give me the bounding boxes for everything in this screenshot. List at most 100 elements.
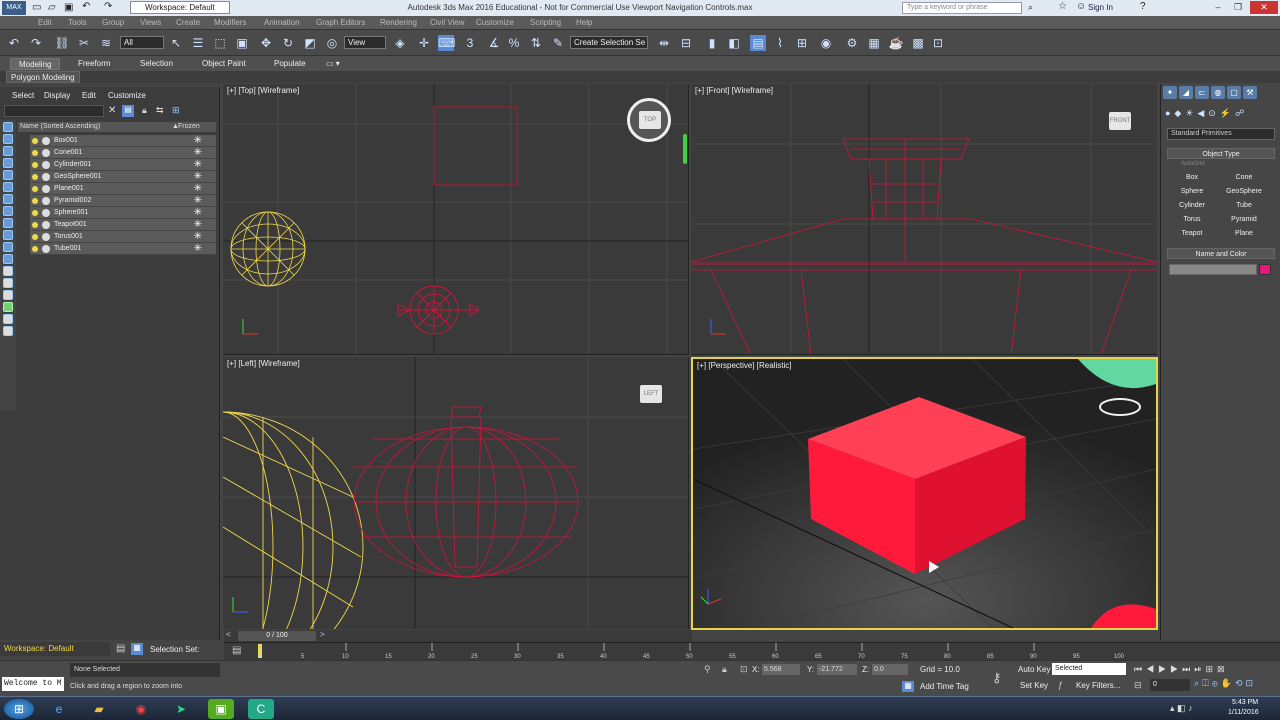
autogrid-checkbox[interactable]: AutoGrid (1181, 161, 1205, 167)
toggle-ribbon-icon[interactable]: ▤ (750, 35, 766, 51)
camtasia-icon[interactable]: ▣ (208, 699, 234, 719)
scene-row-box001[interactable]: Box001 ✳ (30, 135, 216, 147)
torus-button[interactable]: Torus (1167, 214, 1217, 226)
geosphere-button[interactable]: GeoSphere (1219, 186, 1269, 198)
maxscript-listener[interactable]: Welcome to M (2, 677, 64, 691)
undo-icon[interactable]: ↶ (82, 1, 90, 12)
menu-animation[interactable]: Animation (264, 18, 300, 27)
menu-customize[interactable]: Customize (476, 18, 514, 27)
clock-time[interactable]: 5:43 PM (1232, 699, 1258, 706)
window-crossing-icon[interactable]: ▣ (234, 35, 250, 51)
y-coordinate-field[interactable]: -21.772 (817, 664, 857, 675)
star-icon[interactable]: ☆ (1058, 1, 1067, 12)
object-color-swatch[interactable] (1259, 264, 1271, 275)
isolate-selection-icon[interactable]: ⚲ (704, 664, 711, 675)
layers-icon[interactable]: ▤ (116, 643, 125, 654)
app-logo-icon[interactable]: MAX (2, 1, 26, 15)
freeze-icon[interactable]: ✳ (194, 171, 202, 183)
undo-icon[interactable]: ↶ (6, 35, 22, 51)
freeze-icon[interactable]: ✳ (194, 207, 202, 219)
mirror-icon[interactable]: ⇹ (656, 35, 672, 51)
modify-tab-icon[interactable]: ◢ (1179, 86, 1193, 99)
freeze-icon[interactable]: ✳ (194, 243, 202, 255)
viewport-label-top[interactable]: [+] [Top] [Wireframe] (227, 86, 299, 95)
user-icon[interactable]: ☺ (1076, 1, 1086, 12)
edit-named-selection-icon[interactable]: ✎ (550, 35, 566, 51)
tab-modeling[interactable]: Modeling (10, 58, 61, 70)
playback-controls[interactable]: ⏮◀▶▶⏭⏯⊞⊠ (1134, 664, 1280, 676)
scene-row-sphere001[interactable]: Sphere001 ✳ (30, 207, 216, 219)
scene-row-torus001[interactable]: Torus001 ✳ (30, 231, 216, 243)
viewport-label-left[interactable]: [+] [Left] [Wireframe] (227, 359, 300, 368)
selected-dropdown[interactable]: Selected (1052, 663, 1126, 675)
curve-editor-icon[interactable]: ⌇ (772, 35, 788, 51)
freeze-icon[interactable]: ✳ (194, 159, 202, 171)
scale-icon[interactable]: ◩ (302, 35, 318, 51)
tab-selection[interactable]: Selection (140, 58, 173, 70)
display-helpers-icon[interactable] (3, 182, 13, 192)
column-name[interactable]: Name (Sorted Ascending) (20, 122, 100, 132)
mini-curve-editor-icon[interactable]: ▤ (232, 645, 241, 656)
motion-tab-icon[interactable]: ◍ (1211, 86, 1225, 99)
menu-modifiers[interactable]: Modifiers (214, 18, 246, 27)
time-tag-icon[interactable]: ▦ (902, 681, 914, 692)
search-input[interactable]: Type a keyword or phrase (902, 2, 1022, 14)
scene-row-cylinder001[interactable]: Cylinder001 ✳ (30, 159, 216, 171)
select-object-icon[interactable]: ↖ (168, 35, 184, 51)
render-production-icon[interactable]: ☕ (888, 35, 904, 51)
box-button[interactable]: Box (1167, 172, 1217, 184)
lightbulb-icon[interactable] (32, 198, 38, 204)
invert-display-icon[interactable] (3, 290, 13, 300)
scene-icon[interactable]: ▦ (131, 643, 143, 655)
utilities-tab-icon[interactable]: ⚒ (1243, 86, 1257, 99)
select-manipulate-icon[interactable]: ✛ (416, 35, 432, 51)
select-by-name-icon[interactable]: ☰ (190, 35, 206, 51)
viewport-label-perspective[interactable]: [+] [Perspective] [Realistic] (697, 361, 791, 370)
pyramid-button[interactable]: Pyramid (1219, 214, 1269, 226)
column-frozen[interactable]: Frozen (178, 122, 200, 132)
time-slider-thumb[interactable]: 0 / 100 (238, 631, 316, 641)
angle-snap-icon[interactable]: ∡ (486, 35, 502, 51)
set-key-button[interactable]: Set Key (1020, 681, 1048, 690)
ribbon-options-icon[interactable]: ▭ ▾ (326, 58, 340, 70)
start-button[interactable]: ⊞ (4, 699, 34, 719)
lightbulb-icon[interactable] (32, 174, 38, 180)
lightbulb-icon[interactable] (32, 246, 38, 252)
menu-rendering[interactable]: Rendering (380, 18, 417, 27)
named-selection-dropdown[interactable]: Create Selection Se (570, 36, 648, 49)
freeze-icon[interactable]: ✳ (194, 135, 202, 147)
viewport-front[interactable]: [+] [Front] [Wireframe] FRONT (691, 84, 1157, 355)
align-icon[interactable]: ⊟ (678, 35, 694, 51)
menu-group[interactable]: Group (102, 18, 124, 27)
render-iterative-icon[interactable]: ▩ (910, 35, 926, 51)
primitives-dropdown[interactable]: Standard Primitives (1167, 128, 1275, 140)
workspace-dropdown[interactable]: Workspace: Default (130, 1, 230, 14)
display-all-icon[interactable] (3, 278, 13, 288)
viewport-label-front[interactable]: [+] [Front] [Wireframe] (695, 86, 773, 95)
reference-coord-dropdown[interactable]: View (344, 36, 386, 49)
sign-in-link[interactable]: Sign In (1088, 3, 1113, 12)
unlink-icon[interactable]: ✂ (76, 35, 92, 51)
lightbulb-icon[interactable] (32, 234, 38, 240)
tab-freeform[interactable]: Freeform (78, 58, 110, 70)
display-hidden-icon[interactable] (3, 266, 13, 276)
menu-scripting[interactable]: Scripting (530, 18, 561, 27)
next-frame-icon[interactable]: > (320, 630, 325, 639)
filter-toggle-icon[interactable]: ▤ (122, 105, 134, 117)
bind-spacewarp-icon[interactable]: ≋ (98, 35, 114, 51)
app-icon[interactable]: ➤ (168, 699, 194, 719)
new-file-icon[interactable]: ▭ (32, 2, 41, 13)
add-time-tag[interactable]: Add Time Tag (920, 682, 969, 691)
maximize-button[interactable]: ❐ (1230, 1, 1246, 14)
viewcube-front[interactable]: FRONT (1109, 112, 1131, 130)
tab-object-paint[interactable]: Object Paint (202, 58, 246, 70)
system-tray-icons[interactable]: ▴ ◧ ♪ (1170, 703, 1193, 714)
display-containers-icon[interactable] (3, 242, 13, 252)
viewport-navigation-icons[interactable]: ⌕◫⊕✋⟲⊡ (1194, 678, 1280, 692)
scene-menu-customize[interactable]: Customize (108, 91, 146, 100)
sync-icon[interactable]: ⇆ (156, 105, 164, 116)
close-button[interactable]: ✕ (1250, 1, 1278, 14)
internet-explorer-icon[interactable]: e (46, 699, 72, 719)
time-slider[interactable]: < 0 / 100 > (224, 630, 692, 642)
render-setup-icon[interactable]: ⚙ (844, 35, 860, 51)
